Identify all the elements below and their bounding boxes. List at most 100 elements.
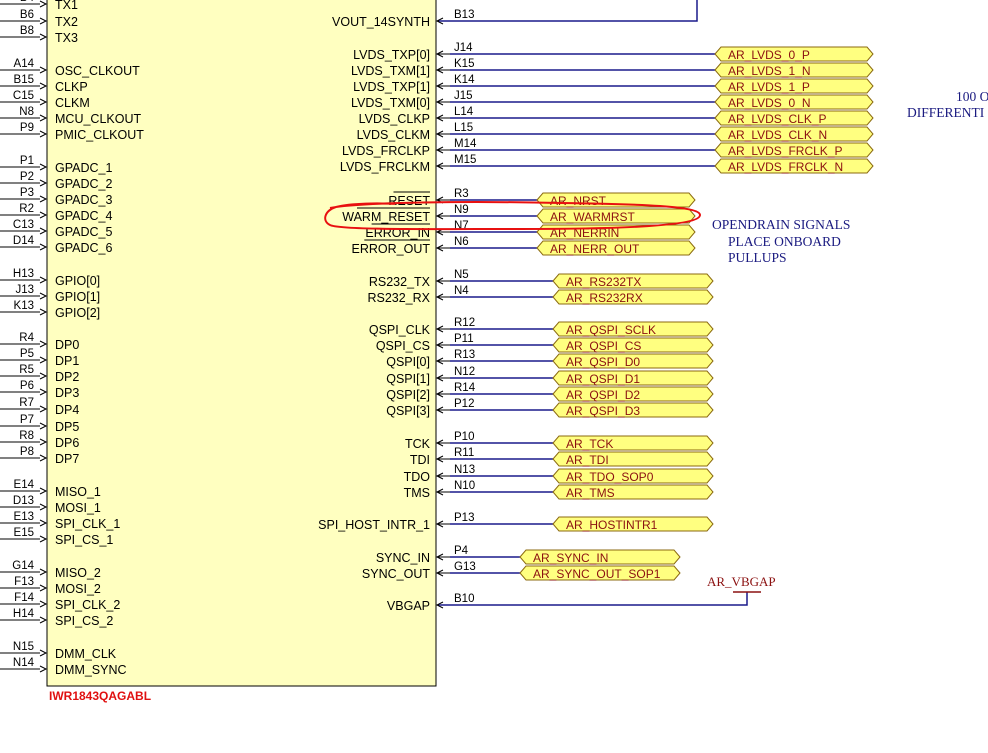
net-flag-label: AR_QSPI_SCLK <box>566 323 656 337</box>
left-pin-ball: G14 <box>12 560 34 572</box>
left-pin-name: CLKP <box>55 80 88 94</box>
left-pin-name: DP3 <box>55 386 79 400</box>
left-pin-ball: K13 <box>14 300 34 312</box>
net-flag-label: AR_LVDS_1_N <box>728 64 811 78</box>
left-pin-ball: R7 <box>19 397 34 409</box>
right-pin-name: VOUT_14SYNTH <box>332 15 430 29</box>
right-pin-name: RS232_RX <box>367 291 430 305</box>
left-pin-ball: N14 <box>13 657 35 669</box>
right-pin-name: RS232_TX <box>369 275 431 289</box>
right-pin-name: QSPI_CLK <box>369 323 431 337</box>
right-pin-ball: G13 <box>454 561 476 573</box>
pin-direction-arrow <box>39 163 48 171</box>
right-pin-ball: P12 <box>454 398 474 410</box>
right-pin-name: LVDS_CLKM <box>357 128 430 142</box>
right-pin-ball: P11 <box>454 333 474 345</box>
net-flag-label: AR_LVDS_0_N <box>728 96 811 110</box>
net-flag-label: AR_HOSTINTR1 <box>566 518 658 532</box>
right-pin-ball: B13 <box>454 9 474 21</box>
pin-direction-arrow <box>39 211 48 219</box>
right-pin-name: QSPI[3] <box>386 404 430 418</box>
right-pin-name: TDO <box>404 470 431 484</box>
left-pin-name: TX1 <box>55 0 78 12</box>
left-pin-ball: H14 <box>13 608 35 620</box>
left-pin-ball: E14 <box>14 479 35 491</box>
pin-direction-arrow <box>39 114 48 122</box>
left-pin-ball: D14 <box>13 235 35 247</box>
opendrain-note-line3: PULLUPS <box>728 250 787 265</box>
left-pin-name: MOSI_1 <box>55 501 101 515</box>
opendrain-note-line1: OPENDRAIN SIGNALS <box>712 217 850 232</box>
pin-direction-arrow <box>39 356 48 364</box>
right-pin-name: LVDS_FRCLKP <box>342 144 430 158</box>
pin-direction-arrow <box>39 33 48 41</box>
left-pin-ball: B4 <box>20 0 35 4</box>
pin-direction-arrow <box>39 535 48 543</box>
right-pin-ball: N7 <box>454 220 469 232</box>
right-pin-name: QSPI[1] <box>386 372 430 386</box>
lvds-note-line2: DIFFERENTI <box>907 105 985 120</box>
left-pin-ball: F13 <box>14 576 34 588</box>
right-pin-name: RESET <box>388 194 430 208</box>
left-pin-ball: H13 <box>13 268 34 280</box>
opendrain-note-line2: PLACE ONBOARD <box>728 234 841 249</box>
right-pin-name: SYNC_OUT <box>362 567 430 581</box>
left-pin-ball: P3 <box>20 187 34 199</box>
right-pin-ball: R13 <box>454 349 475 361</box>
right-pin-name: ERROR_OUT <box>352 242 431 256</box>
right-pin-name: LVDS_FRCLKM <box>340 160 430 174</box>
pin-direction-arrow <box>39 82 48 90</box>
left-pin-ball: N8 <box>19 106 34 118</box>
net-flag-label: AR_LVDS_FRCLK_N <box>728 160 843 174</box>
left-pin-ball: B15 <box>14 74 34 86</box>
pin-direction-arrow <box>39 519 48 527</box>
left-pin-name: DP2 <box>55 370 79 384</box>
pin-direction-arrow <box>39 276 48 284</box>
pin-direction-arrow <box>39 600 48 608</box>
right-pin-name: QSPI[2] <box>386 388 430 402</box>
net-flag-label: AR_NRST <box>550 194 607 208</box>
right-pin-name: SYNC_IN <box>376 551 430 565</box>
left-pin-name: PMIC_CLKOUT <box>55 128 144 142</box>
left-pin-ball: A14 <box>14 58 35 70</box>
left-pin-ball: P7 <box>20 414 34 426</box>
right-pin-ball: M15 <box>454 154 476 166</box>
left-pin-ball: B6 <box>20 9 34 21</box>
left-pin-name: GPADC_6 <box>55 241 112 255</box>
right-pin-n13: TDO N13 AR_TDO_SOP0 <box>404 464 714 484</box>
left-pin-ball: P2 <box>20 171 34 183</box>
left-pin-name: DMM_CLK <box>55 647 117 661</box>
left-pin-name: GPIO[0] <box>55 274 100 288</box>
vout-wire <box>439 0 698 22</box>
pin-direction-arrow <box>39 438 48 446</box>
left-pin-name: TX3 <box>55 31 78 45</box>
net-flag-label: AR_LVDS_CLK_P <box>728 112 827 126</box>
right-pin-ball: P10 <box>454 431 474 443</box>
pin-direction-arrow <box>39 487 48 495</box>
right-pin-name: LVDS_TXP[0] <box>353 48 430 62</box>
left-pin-ball: E15 <box>14 527 34 539</box>
right-pin-name: LVDS_CLKP <box>359 112 430 126</box>
right-pin-p10: TCK P10 AR_TCK <box>405 431 714 451</box>
right-pin-name: TDI <box>410 453 430 467</box>
left-pin-ball: R8 <box>19 430 34 442</box>
net-flag-label: AR_TDO_SOP0 <box>566 470 654 484</box>
right-pin-name: VBGAP <box>387 599 430 613</box>
right-pin-ball: N5 <box>454 269 469 281</box>
left-pin-ball: R2 <box>19 203 34 215</box>
net-flag-label: AR_SYNC_OUT_SOP1 <box>533 567 661 581</box>
left-pin-name: GPADC_4 <box>55 209 112 223</box>
net-flag-label: AR_LVDS_FRCLK_P <box>728 144 843 158</box>
right-pin-name: LVDS_TXM[0] <box>351 96 430 110</box>
right-pin-name: QSPI_CS <box>376 339 430 353</box>
left-pin-name: MOSI_2 <box>55 582 101 596</box>
net-flag-label: AR_NERR_OUT <box>550 242 640 256</box>
left-pin-ball: C15 <box>13 90 34 102</box>
pin-direction-arrow <box>39 340 48 348</box>
left-pin-name: SPI_CLK_1 <box>55 517 120 531</box>
net-flag-label: AR_TDI <box>566 453 609 467</box>
pin-direction-arrow <box>39 66 48 74</box>
left-pin-name: DP5 <box>55 420 79 434</box>
right-pin-ball: P4 <box>454 545 469 557</box>
right-pin-name: LVDS_TXP[1] <box>353 80 430 94</box>
